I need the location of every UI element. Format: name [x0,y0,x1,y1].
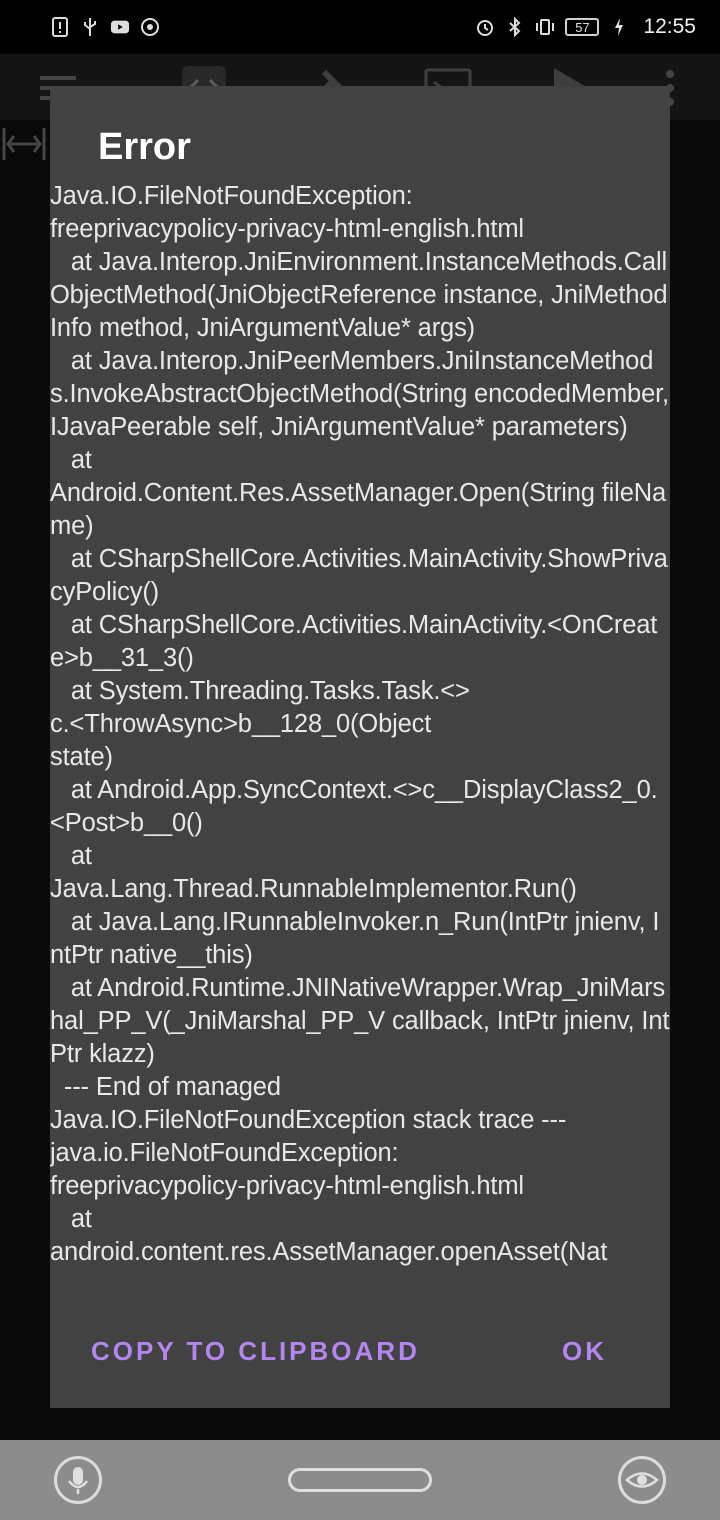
status-left-icons [50,17,160,37]
navigation-bar [0,1440,720,1520]
eye-icon[interactable] [618,1456,666,1504]
charging-icon [615,18,624,36]
status-right-icons: 57 12:55 [475,15,696,39]
error-dialog: Error Java.IO.FileNotFoundException: fre… [50,86,670,1408]
ok-button[interactable]: OK [562,1336,607,1367]
dialog-actions: COPY TO CLIPBOARD OK [50,1324,670,1384]
status-bar: 57 12:55 [0,0,720,54]
battery-icon: 57 [565,18,600,36]
dialog-message[interactable]: Java.IO.FileNotFoundException: freepriva… [50,180,670,1298]
alert-icon [52,17,68,37]
chrome-icon [141,18,159,36]
youtube-icon [110,20,130,34]
home-pill[interactable] [288,1468,432,1492]
usb-icon [84,18,96,36]
microphone-icon[interactable] [54,1456,102,1504]
dialog-title: Error [98,126,191,168]
status-time: 12:55 [643,15,696,38]
battery-level: 57 [575,19,590,35]
copy-to-clipboard-button[interactable]: COPY TO CLIPBOARD [91,1336,420,1367]
vibrate-icon [536,19,555,35]
alarm-icon [477,20,494,36]
bluetooth-icon [509,17,521,37]
